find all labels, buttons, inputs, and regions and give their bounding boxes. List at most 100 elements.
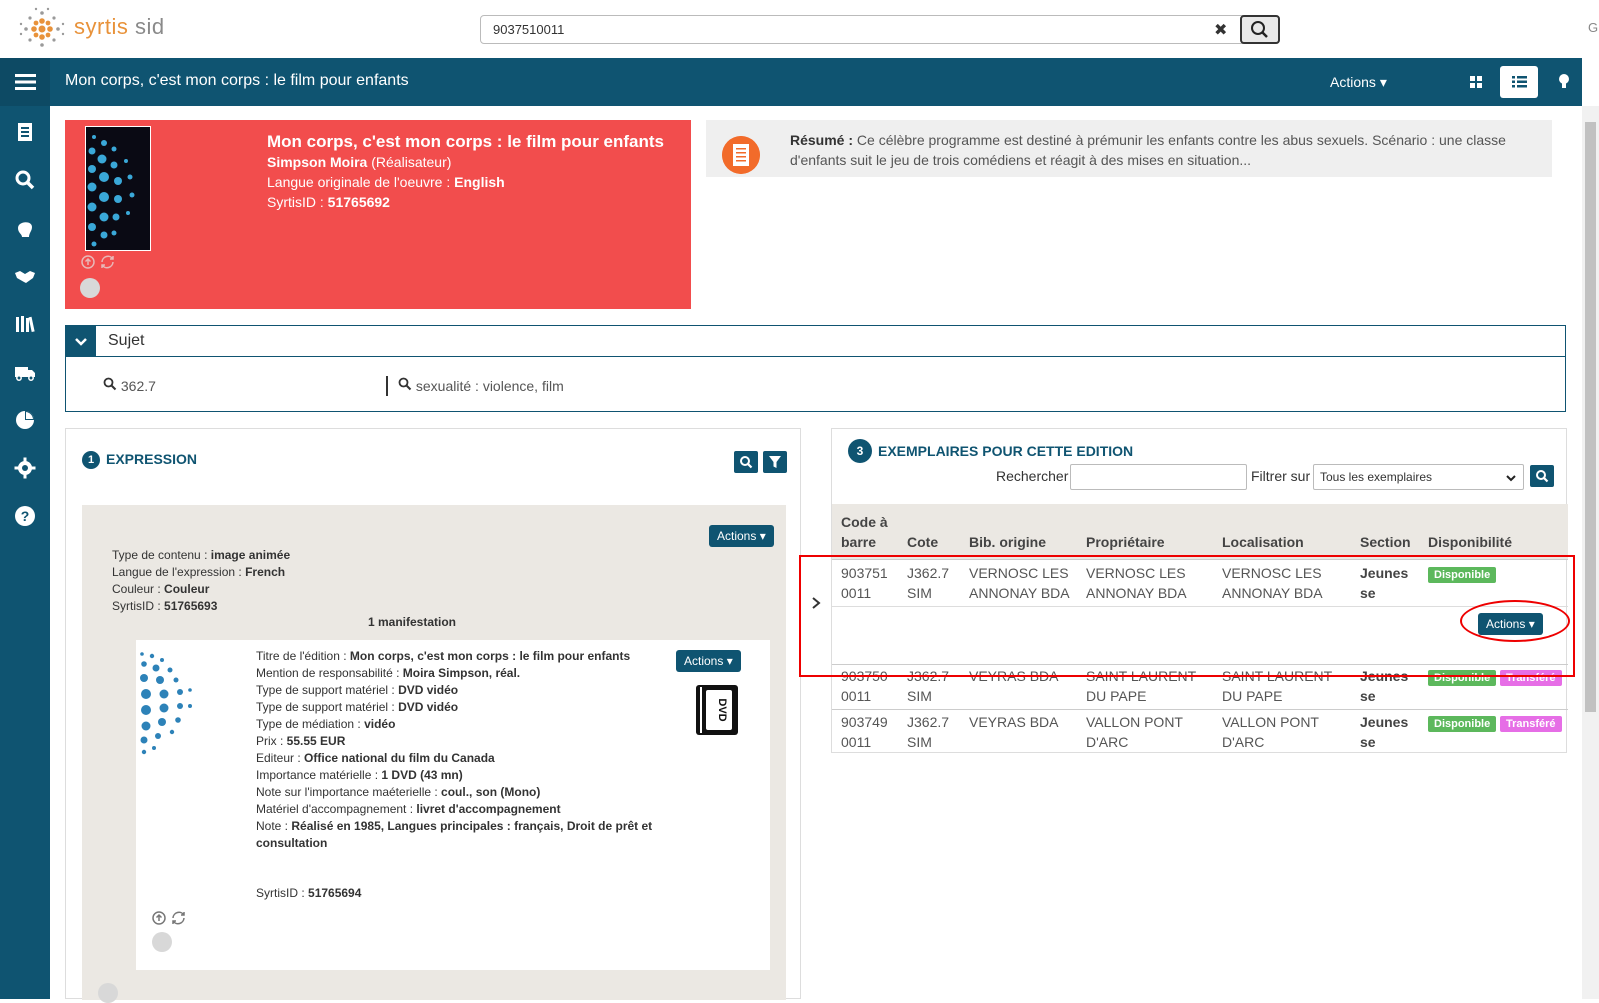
col-code[interactable]: Code à barre — [841, 512, 897, 552]
cell-loc: VALLON PONT D'ARC — [1222, 714, 1319, 750]
gear-icon[interactable] — [13, 456, 37, 480]
menu-button[interactable] — [0, 58, 50, 106]
col-proprietaire[interactable]: Propriétaire — [1086, 532, 1165, 552]
notice-title: Mon corps, c'est mon corps : le film pou… — [267, 132, 664, 151]
grid-view-button[interactable] — [1457, 66, 1495, 98]
expression-card: Actions ▾ Type de contenu : image animée… — [82, 505, 786, 1003]
top-trailing-text: G — [1588, 20, 1599, 35]
sujet-link-theme[interactable]: sexualité : violence, film — [398, 377, 564, 394]
manif-upload-refresh-icons[interactable] — [152, 910, 188, 926]
manif-importance: Importance matérielle : 1 DVD (43 mn) — [256, 768, 463, 782]
global-search-box[interactable] — [480, 15, 1280, 44]
lightbulb-icon — [1559, 74, 1569, 88]
cell-code: 903749 0011 — [841, 714, 888, 750]
expression-search-button[interactable] — [734, 451, 758, 473]
manifestation-card: Actions ▾ DVD Titre de l'édition : Mon c… — [136, 640, 770, 970]
manifestation-thumbnail[interactable] — [138, 648, 198, 760]
syrtis-logo[interactable] — [16, 6, 68, 52]
expression-color: Couleur : Couleur — [112, 582, 210, 596]
table-row[interactable]: 903749 0011 J362.7 SIM VEYRAS BDA VALLON… — [832, 709, 1568, 754]
chevron-down-icon — [1506, 475, 1516, 482]
manif-accompagnement: Matériel d'accompagnement : livret d'acc… — [256, 802, 561, 816]
document-icon — [722, 136, 760, 174]
truck-icon[interactable] — [13, 360, 37, 384]
page-title: Mon corps, c'est mon corps : le film pou… — [65, 72, 409, 89]
pie-chart-icon[interactable] — [13, 408, 37, 432]
exemplaires-search-button[interactable] — [1530, 465, 1554, 487]
rechercher-label: Rechercher — [996, 468, 1069, 484]
exemplaires-search-input[interactable] — [1070, 464, 1247, 490]
handshake-icon[interactable] — [13, 264, 37, 288]
library-books-icon[interactable] — [13, 312, 37, 336]
status-dot — [80, 278, 100, 298]
search-icon — [103, 377, 117, 391]
chevron-down-icon — [75, 338, 87, 346]
expression-actions-button[interactable]: Actions ▾ — [709, 525, 774, 547]
global-search-button[interactable] — [1240, 15, 1280, 44]
expression-title: EXPRESSION — [106, 451, 198, 467]
user-head-icon[interactable] — [13, 216, 37, 240]
search-icon[interactable] — [13, 168, 37, 192]
col-localisation[interactable]: Localisation — [1222, 532, 1304, 552]
manifestation-actions-button[interactable]: Actions ▾ — [676, 650, 741, 672]
manif-support-2: Type de support matériel : DVD vidéo — [256, 700, 459, 714]
expression-count-badge: 1 — [82, 451, 100, 469]
sujet-body: 362.7 sexualité : violence, film — [65, 357, 1566, 412]
filtre-select[interactable]: Tous les exemplaires — [1313, 464, 1524, 490]
col-section[interactable]: Section — [1360, 532, 1411, 552]
manifestation-count: 1 manifestation — [367, 615, 457, 629]
global-search-input[interactable] — [493, 22, 1193, 37]
resume-box: Résumé : Ce célèbre programme est destin… — [706, 120, 1552, 177]
expression-panel: 1 EXPRESSION Actions ▾ Type de contenu :… — [65, 428, 801, 1003]
resume-text: Résumé : Ce célèbre programme est destin… — [790, 132, 1506, 168]
col-bib-origine[interactable]: Bib. origine — [969, 532, 1046, 552]
manif-mention: Mention de responsabilité : Moira Simpso… — [256, 666, 521, 680]
hamburger-icon — [15, 74, 36, 90]
grid-icon — [1470, 76, 1482, 88]
manif-prix: Prix : 55.55 EUR — [256, 734, 346, 748]
filter-icon — [769, 456, 781, 468]
notice-syrtisid-line: SyrtisID : 51765692 — [267, 194, 390, 210]
manif-editeur: Editeur : Office national du film du Can… — [256, 751, 495, 765]
expression-language: Langue de l'expression : French — [112, 565, 286, 579]
dvd-icon: DVD — [696, 685, 738, 735]
author-link[interactable]: Simpson Moira — [267, 154, 367, 170]
catalog-icon[interactable] — [13, 120, 37, 144]
scrollbar-thumb[interactable] — [1585, 122, 1596, 712]
logo-text: syrtis sid — [74, 14, 165, 39]
page-scrollbar[interactable] — [1582, 106, 1599, 999]
search-icon — [1536, 470, 1549, 483]
sujet-toggle[interactable] — [66, 326, 96, 356]
notice-upload-refresh-icons[interactable] — [81, 254, 117, 270]
expression-filter-button[interactable] — [763, 451, 787, 473]
tips-button[interactable] — [1545, 66, 1583, 98]
cell-cote: J362.7 SIM — [907, 714, 950, 750]
sujet-section-header[interactable]: Sujet — [65, 325, 1566, 357]
manif-syrtisid: SyrtisID : 51765694 — [256, 886, 362, 900]
list-view-button[interactable] — [1500, 66, 1538, 98]
clear-search-icon[interactable]: ✖ — [1214, 20, 1227, 40]
search-icon — [1251, 21, 1268, 38]
exemplaires-table-header: Code à barre Cote Bib. origine Propriéta… — [832, 504, 1568, 559]
svg-text:?: ? — [21, 508, 30, 524]
help-icon[interactable]: ? — [13, 504, 37, 528]
expression-syrtisid: SyrtisID : 51765693 — [112, 599, 218, 613]
cover-image[interactable] — [85, 126, 151, 251]
annotation-ellipse — [1460, 600, 1570, 642]
col-disponibilite[interactable]: Disponibilité — [1428, 532, 1512, 552]
cell-bib: VEYRAS BDA — [969, 714, 1059, 730]
sidebar: ? — [0, 106, 50, 999]
top-bar: syrtis sid ✖ G — [0, 0, 1599, 58]
list-icon — [1512, 76, 1527, 88]
col-cote[interactable]: Cote — [907, 532, 938, 552]
notice-author-line: Simpson Moira (Réalisateur) — [267, 154, 452, 170]
status-badge-disponible: Disponible — [1428, 716, 1497, 732]
sujet-link-cote[interactable]: 362.7 — [103, 377, 156, 394]
dvd-label: DVD — [716, 698, 728, 721]
sujet-label: Sujet — [108, 332, 145, 349]
sujet-divider — [386, 376, 388, 396]
exemplaires-count-badge: 3 — [848, 439, 872, 463]
status-dot — [98, 983, 118, 1003]
header-actions-menu[interactable]: Actions ▾ — [1330, 74, 1387, 91]
exemplaires-title: EXEMPLAIRES POUR CETTE EDITION — [878, 443, 1134, 459]
